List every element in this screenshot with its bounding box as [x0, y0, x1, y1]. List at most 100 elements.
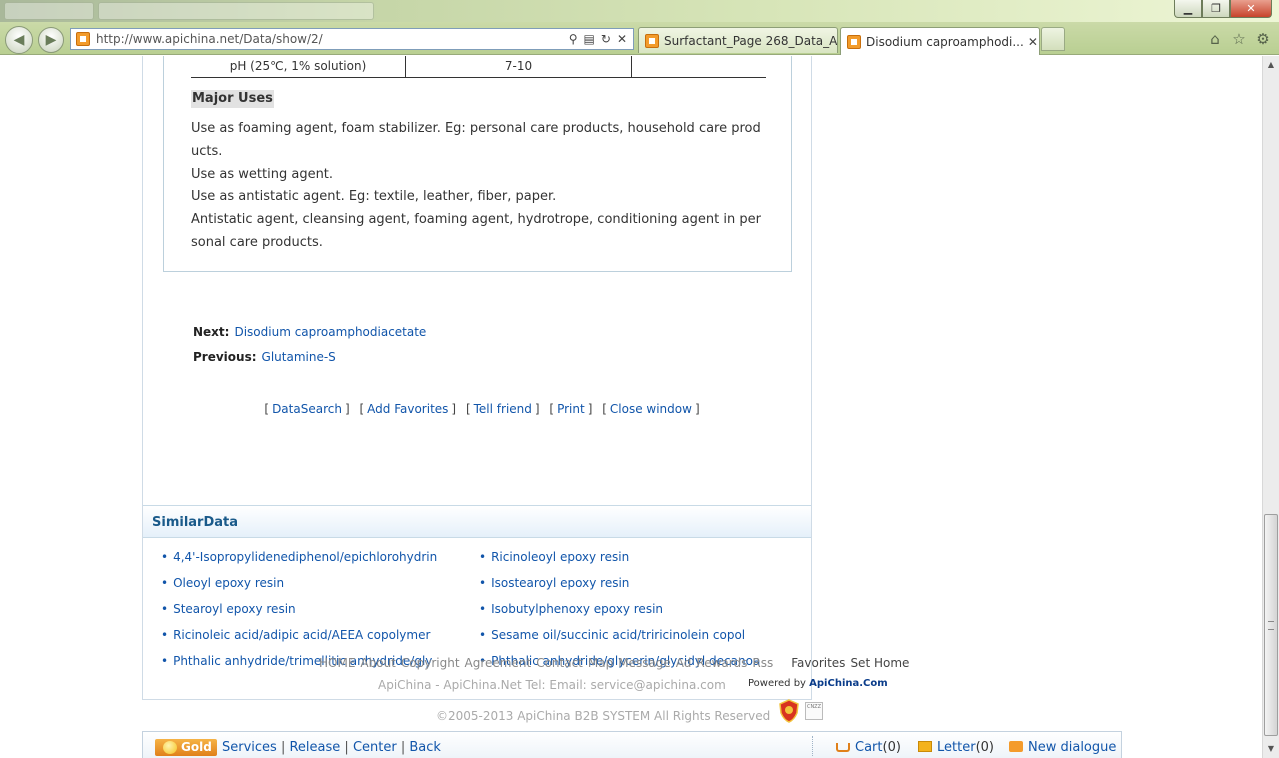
similar-link[interactable]: Isobutylphenoxy epoxy resin	[491, 602, 663, 616]
add-favorites-link[interactable]: Add Favorites	[367, 402, 448, 416]
police-badge-icon[interactable]	[778, 699, 800, 723]
footer-ad-link[interactable]: Ad	[676, 656, 692, 670]
use-line: Use as foaming agent, foam stabilizer. E…	[191, 121, 761, 159]
bottom-toolbar: Gold Services | Release | Center | Back …	[142, 731, 1122, 758]
print-link[interactable]: Print	[557, 402, 585, 416]
similar-item: Oleoyl epoxy resin	[161, 576, 437, 602]
similar-link[interactable]: Sesame oil/succinic acid/triricinolein c…	[491, 628, 745, 642]
cart-label[interactable]: Cart	[855, 740, 883, 755]
next-record: Next: Disodium caproamphodiacetate	[193, 325, 426, 339]
datasearch-link[interactable]: DataSearch	[272, 402, 342, 416]
footer-about-link[interactable]: About	[360, 656, 395, 670]
minimize-button[interactable]: ▁	[1174, 0, 1202, 18]
footer-sethome-link[interactable]: Set Home	[850, 656, 909, 670]
similar-link[interactable]: Oleoyl epoxy resin	[173, 576, 284, 590]
forward-button[interactable]: ▶	[38, 27, 64, 53]
similar-link[interactable]: Stearoyl epoxy resin	[173, 602, 296, 616]
property-label: pH (25℃, 1% solution)	[191, 56, 406, 78]
close-window-button[interactable]: ✕	[1230, 0, 1272, 18]
similar-item: Ricinoleoyl epoxy resin	[479, 550, 760, 576]
new-tab-button[interactable]	[1041, 27, 1065, 51]
footer-favorites-link[interactable]: Favorites	[791, 656, 845, 670]
back-arrow-icon: ◀	[13, 32, 25, 48]
browser-tab[interactable]: Surfactant_Page 268_Data_A...	[638, 27, 838, 53]
cnzz-stats-icon[interactable]: CNZZ	[805, 702, 823, 720]
scroll-up-arrow-icon[interactable]: ▲	[1263, 57, 1279, 73]
services-link[interactable]: Services	[222, 740, 277, 755]
cart-count: (0)	[882, 740, 901, 755]
gold-member-badge[interactable]: Gold	[155, 739, 217, 756]
cart-button[interactable]: Cart(0)	[836, 740, 901, 755]
new-dialogue-button[interactable]: New dialogue	[1009, 740, 1116, 755]
url-text[interactable]: http://www.apichina.net/Data/show/2/	[96, 32, 569, 46]
toolbar-divider	[812, 736, 813, 756]
mail-icon	[918, 741, 932, 752]
scroll-down-arrow-icon[interactable]: ▼	[1263, 741, 1279, 757]
home-icon[interactable]: ⌂	[1206, 30, 1224, 48]
tools-gear-icon[interactable]: ⚙	[1254, 30, 1272, 48]
tab-title: Disodium caproamphodi...	[866, 34, 1024, 49]
property-table: pH (25℃, 1% solution) 7-10	[191, 56, 766, 78]
background-tab[interactable]	[4, 2, 94, 20]
footer-contact-link[interactable]: Contact	[536, 656, 583, 670]
center-link[interactable]: Center	[353, 740, 397, 755]
footer-message-link[interactable]: Message	[618, 656, 671, 670]
back-button[interactable]: ◀	[5, 26, 33, 54]
site-favicon-icon	[76, 32, 90, 46]
powered-brand[interactable]: ApiChina.Com	[809, 678, 888, 689]
letter-count: (0)	[975, 740, 994, 755]
tell-friend-link[interactable]: Tell friend	[474, 402, 532, 416]
address-bar[interactable]: http://www.apichina.net/Data/show/2/ ⚲ ▤…	[70, 28, 634, 50]
powered-by: Powered by ApiChina.Com	[748, 678, 888, 689]
new-dialogue-label[interactable]: New dialogue	[1028, 740, 1116, 755]
footer-home-link[interactable]: HOME	[319, 656, 355, 670]
search-icon[interactable]: ⚲	[569, 32, 578, 46]
letter-button[interactable]: Letter(0)	[918, 740, 994, 755]
scroll-thumb[interactable]	[1264, 514, 1278, 736]
use-line: Use as antistatic agent. Eg: textile, le…	[191, 189, 557, 205]
compat-view-icon[interactable]: ▤	[584, 32, 595, 46]
browser-chrome: ▁ ❐ ✕ ◀ ▶ http://www.apichina.net/Data/s…	[0, 0, 1279, 55]
tab-favicon-icon	[645, 33, 659, 48]
copyright-text: ©2005-2013 ApiChina B2B SYSTEM All Right…	[436, 709, 771, 723]
similar-item: Ricinoleic acid/adipic acid/AEEA copolym…	[161, 628, 437, 654]
favorites-star-icon[interactable]: ☆	[1230, 30, 1248, 48]
major-uses-text: Use as foaming agent, foam stabilizer. E…	[191, 118, 766, 255]
property-value: 7-10	[406, 56, 632, 78]
similar-item: Isostearoyl epoxy resin	[479, 576, 760, 602]
maximize-button[interactable]: ❐	[1202, 0, 1230, 18]
back-link[interactable]: Back	[409, 740, 441, 755]
previous-label: Previous:	[193, 350, 257, 364]
letter-label[interactable]: Letter	[937, 740, 976, 755]
page-viewport: pH (25℃, 1% solution) 7-10 Major Uses Us…	[0, 56, 1262, 758]
refresh-icon[interactable]: ↻	[601, 32, 611, 46]
stop-icon[interactable]: ✕	[617, 32, 627, 46]
similar-data-title: SimilarData	[152, 515, 239, 530]
next-label: Next:	[193, 325, 230, 339]
powered-prefix: Powered by	[748, 678, 806, 689]
similar-link[interactable]: Ricinoleic acid/adipic acid/AEEA copolym…	[173, 628, 430, 642]
browser-tab-active[interactable]: Disodium caproamphodi... ✕	[840, 27, 1040, 55]
footer-map-link[interactable]: Map	[588, 656, 613, 670]
main-column: pH (25℃, 1% solution) 7-10 Major Uses Us…	[142, 56, 812, 700]
footer-agreement-link[interactable]: Agreement	[465, 656, 532, 670]
tab-close-icon[interactable]: ✕	[1024, 35, 1038, 49]
footer-rewards-link[interactable]: Rewards	[696, 656, 747, 670]
previous-link[interactable]: Glutamine-S	[262, 350, 336, 364]
title-strip	[0, 0, 1279, 22]
forward-arrow-icon: ▶	[45, 32, 57, 48]
next-link[interactable]: Disodium caproamphodiacetate	[234, 325, 426, 339]
vertical-scrollbar[interactable]: ▲ ▼	[1262, 56, 1279, 758]
cnzz-label: CNZZ	[806, 704, 822, 710]
similar-link[interactable]: 4,4'-Isopropylidenediphenol/epichlorohyd…	[173, 550, 437, 564]
background-tab[interactable]	[98, 2, 374, 20]
similar-link[interactable]: Isostearoyl epoxy resin	[491, 576, 629, 590]
similar-link[interactable]: Ricinoleoyl epoxy resin	[491, 550, 629, 564]
footer-rss-link[interactable]: Rss	[752, 656, 773, 670]
release-link[interactable]: Release	[289, 740, 340, 755]
close-window-link[interactable]: Close window	[610, 402, 692, 416]
cart-icon	[836, 743, 850, 752]
major-uses-heading: Major Uses	[191, 90, 274, 108]
footer-copyright-link[interactable]: Copyright	[401, 656, 460, 670]
footer-contact: ApiChina - ApiChina.Net Tel: Email: serv…	[378, 678, 726, 692]
